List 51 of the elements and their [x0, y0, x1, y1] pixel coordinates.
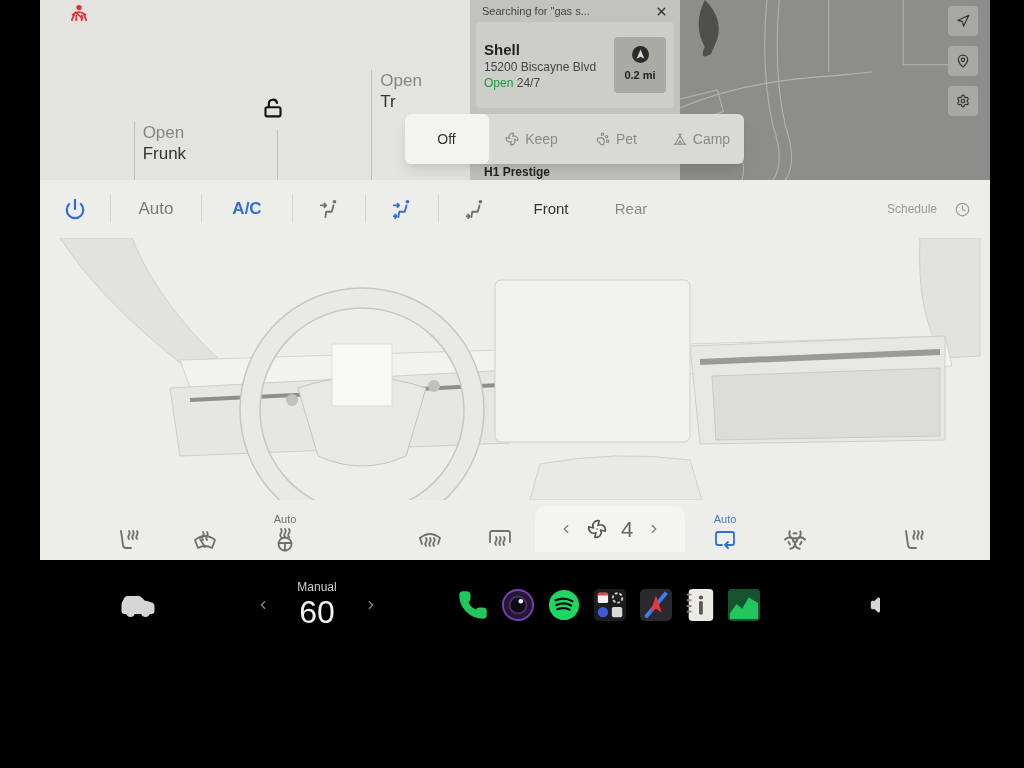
mode-option[interactable]: Off	[404, 114, 489, 164]
place-name: Shell	[484, 39, 521, 59]
place-address: 15200 Biscayne Blvd	[484, 58, 597, 75]
auto-label: Auto	[273, 513, 297, 526]
place-name: H1 Prestige	[484, 165, 551, 179]
navigation-icon[interactable]	[640, 589, 672, 621]
recirculate-icon[interactable]	[713, 528, 737, 552]
navigation-arrow-icon	[956, 14, 970, 28]
pin-button[interactable]	[948, 46, 978, 76]
settings-icon	[956, 94, 970, 108]
navigate-button[interactable]: 0.2 mi	[614, 37, 666, 93]
music-icon[interactable]	[548, 589, 580, 621]
temperature-mode: Manual	[297, 580, 337, 594]
mode-option[interactable]: Pet	[616, 127, 637, 151]
app-grid-icon[interactable]	[594, 589, 626, 621]
navigate-icon	[631, 46, 649, 64]
mode-option[interactable]: Keep	[525, 127, 558, 151]
seat-heater-icon[interactable]	[903, 528, 927, 552]
airflow-face-feet-icon[interactable]	[392, 198, 412, 220]
search-result-card[interactable]: Shell 15200 Biscayne Blvd Open 24/7 0.2 mi	[476, 22, 674, 108]
zone-tab[interactable]: Rear	[614, 197, 648, 221]
ac-button[interactable]: A/C	[232, 196, 262, 222]
pin-icon	[956, 54, 970, 68]
fan-speed-value: 4	[620, 515, 634, 544]
temperature-value[interactable]: 60	[299, 594, 335, 630]
seat-heater-icon[interactable]	[118, 528, 142, 552]
zone-tab[interactable]: Front	[533, 197, 569, 221]
paw-icon	[596, 132, 610, 146]
schedule-button[interactable]: Schedule	[886, 200, 937, 218]
auto-label: Auto	[713, 513, 737, 526]
fan-icon	[586, 519, 607, 539]
unlocked-lock-icon[interactable]	[262, 98, 283, 118]
power-icon[interactable]	[64, 198, 86, 220]
tent-icon	[672, 132, 687, 146]
seatbelt-warning-icon	[68, 4, 90, 22]
auto-button[interactable]: Auto	[138, 196, 174, 222]
biohazard-icon[interactable]	[783, 528, 807, 552]
search-title: Searching for "gas s...	[482, 3, 590, 19]
phone-icon[interactable]	[458, 590, 488, 620]
clock-icon[interactable]	[955, 201, 970, 217]
fan-icon	[505, 132, 520, 146]
navigation-button[interactable]	[948, 6, 978, 36]
airflow-feet-icon[interactable]	[465, 198, 485, 220]
airflow-face-icon[interactable]	[319, 198, 339, 220]
chart-icon[interactable]	[728, 589, 760, 621]
info-notebook-icon[interactable]	[686, 589, 714, 621]
place-hours: Open 24/7	[484, 74, 542, 91]
mode-option[interactable]: Camp	[692, 127, 731, 151]
windshield-heat-icon[interactable]	[193, 528, 217, 552]
camera-lens-icon[interactable]	[502, 589, 534, 621]
settings-button[interactable]	[948, 86, 978, 116]
